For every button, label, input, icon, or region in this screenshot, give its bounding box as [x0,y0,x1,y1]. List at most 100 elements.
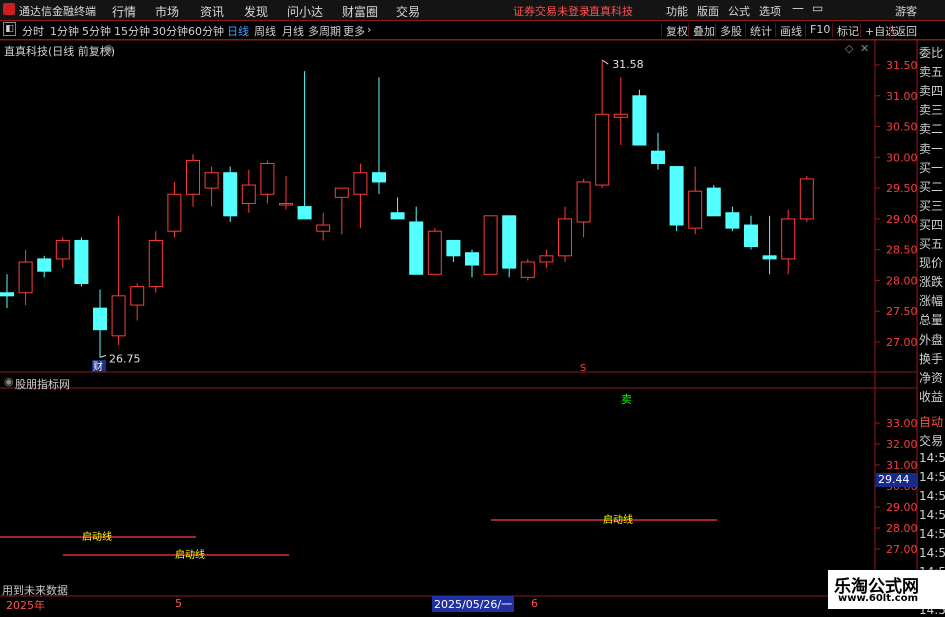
app-title: 通达信金融终端 [19,5,96,18]
price-tick-label: 29.00 [886,213,918,226]
candle-body [279,203,293,206]
candle-body [0,292,14,297]
candle-body [558,218,572,257]
candle-body [632,95,647,146]
candle [725,206,740,232]
candlestick-series [0,60,814,358]
period-5min[interactable]: 5分钟 [82,23,111,39]
panel-toggle-icon[interactable]: ◧ [3,22,16,36]
high-price-label: 31.58 [612,58,644,71]
price-tick-label: 30.00 [886,151,918,164]
tick-time: 14:56 [919,489,945,503]
menu-item-quotes[interactable]: 行情 [112,3,136,20]
price-tick-label: 27.50 [886,305,918,318]
price-tick-label: 31.00 [886,90,918,103]
menu-item-discover[interactable]: 发现 [244,3,268,20]
quote-field-label: 现价 [919,256,944,271]
candle [502,215,517,278]
indicator-tick-label: 31.00 [886,459,918,472]
btn-stats[interactable]: 统计 [745,23,772,38]
btn-multi-stock[interactable]: 多股 [715,23,742,38]
candle-body [483,215,498,275]
btn-back[interactable]: 返回 [890,23,917,38]
quote-field-label: 换手 [919,351,944,366]
period-monthly[interactable]: 月线 [282,23,304,39]
trade-panel-label[interactable]: 交易 [919,432,943,449]
menu-item-trade[interactable]: 交易 [396,3,420,20]
candle [74,237,89,287]
menu-item-wealth[interactable]: 财富圈 [342,3,378,20]
main-panel-header: 直真科技(日线 前复权) [4,45,116,58]
btn-draw[interactable]: 画线 [775,23,802,38]
period-more[interactable]: 更多 [343,23,365,39]
menu-formula[interactable]: 公式 [728,3,750,19]
low-price-label: 26.75 [109,352,141,365]
btn-mark[interactable]: 标记 [832,23,859,38]
candle [651,132,665,170]
quote-field-label: 买三 [919,198,944,213]
tick-time: 14:56 [919,508,945,522]
time-axis-year: 2025年 [6,599,45,612]
period-daily[interactable]: 日线 [227,23,249,39]
maximize-icon[interactable]: ▭ [812,1,823,15]
close-panel-icon[interactable]: ✕ [860,42,869,55]
btn-f10[interactable]: F10 [805,23,830,37]
minimize-icon[interactable]: — [792,1,804,15]
candle-body [37,258,52,272]
candle-body [74,239,89,285]
candle-body [502,215,517,269]
candle [558,206,572,262]
quote-field-label: 收益 [919,389,944,404]
candle-body [18,261,33,294]
candle-body [297,206,312,220]
app-logo-icon [3,3,15,15]
expand-icon[interactable]: ◇ [845,42,853,55]
candle [167,181,182,238]
candle [595,60,610,189]
period-60min[interactable]: 60分钟 [188,23,224,39]
indicator-toggle-icon[interactable]: ◉ [4,375,14,388]
candle [111,215,126,346]
candle-body [372,172,386,183]
candle-body [427,230,442,275]
candle-body [409,221,424,275]
menu-options[interactable]: 选项 [759,3,781,19]
menu-item-news[interactable]: 资讯 [200,3,224,20]
menu-layout[interactable]: 版面 [697,3,719,19]
start-line-label: 启动线 [175,548,205,561]
btn-overlay[interactable]: 叠加 [688,23,715,38]
period-1min[interactable]: 1分钟 [50,23,79,39]
candle [520,258,535,281]
period-intraday[interactable]: 分时 [22,23,44,39]
btn-adjust[interactable]: 复权 [661,23,688,38]
period-weekly[interactable]: 周线 [254,23,276,39]
candle [18,249,33,306]
candle [353,163,368,229]
candle [93,289,107,358]
candle-body [762,255,777,260]
quote-field-label: 买五 [919,237,944,251]
candle [762,215,777,275]
period-15min[interactable]: 15分钟 [114,23,150,39]
indicator-tick-label: 28.00 [886,522,918,535]
candle [688,166,703,235]
login-warning[interactable]: 证券交易未登录 [513,3,590,19]
menu-item-market[interactable]: 市场 [155,3,179,20]
candle-body [706,187,721,217]
candle-body [186,159,200,195]
candle-body [130,286,145,306]
candle [706,185,721,217]
candle [613,77,628,146]
settings-circle-icon[interactable]: ◉ [104,42,114,55]
period-30min[interactable]: 30分钟 [152,23,188,39]
candle-body [148,239,163,288]
menu-function[interactable]: 功能 [666,3,688,19]
kline-chart[interactable]: 31.50 31.00 30.50 30.00 29.50 29.00 28.50 28.00… [0,40,945,609]
price-tick-label: 28.50 [886,244,918,257]
candle [372,77,386,195]
user-label[interactable]: 游客 [895,3,917,19]
trade-panel-label[interactable]: 自动 [919,413,943,430]
chevron-right-icon[interactable]: › [367,23,371,36]
period-multi[interactable]: 多周期 [308,23,341,39]
menu-item-ask[interactable]: 问小达 [287,3,323,20]
